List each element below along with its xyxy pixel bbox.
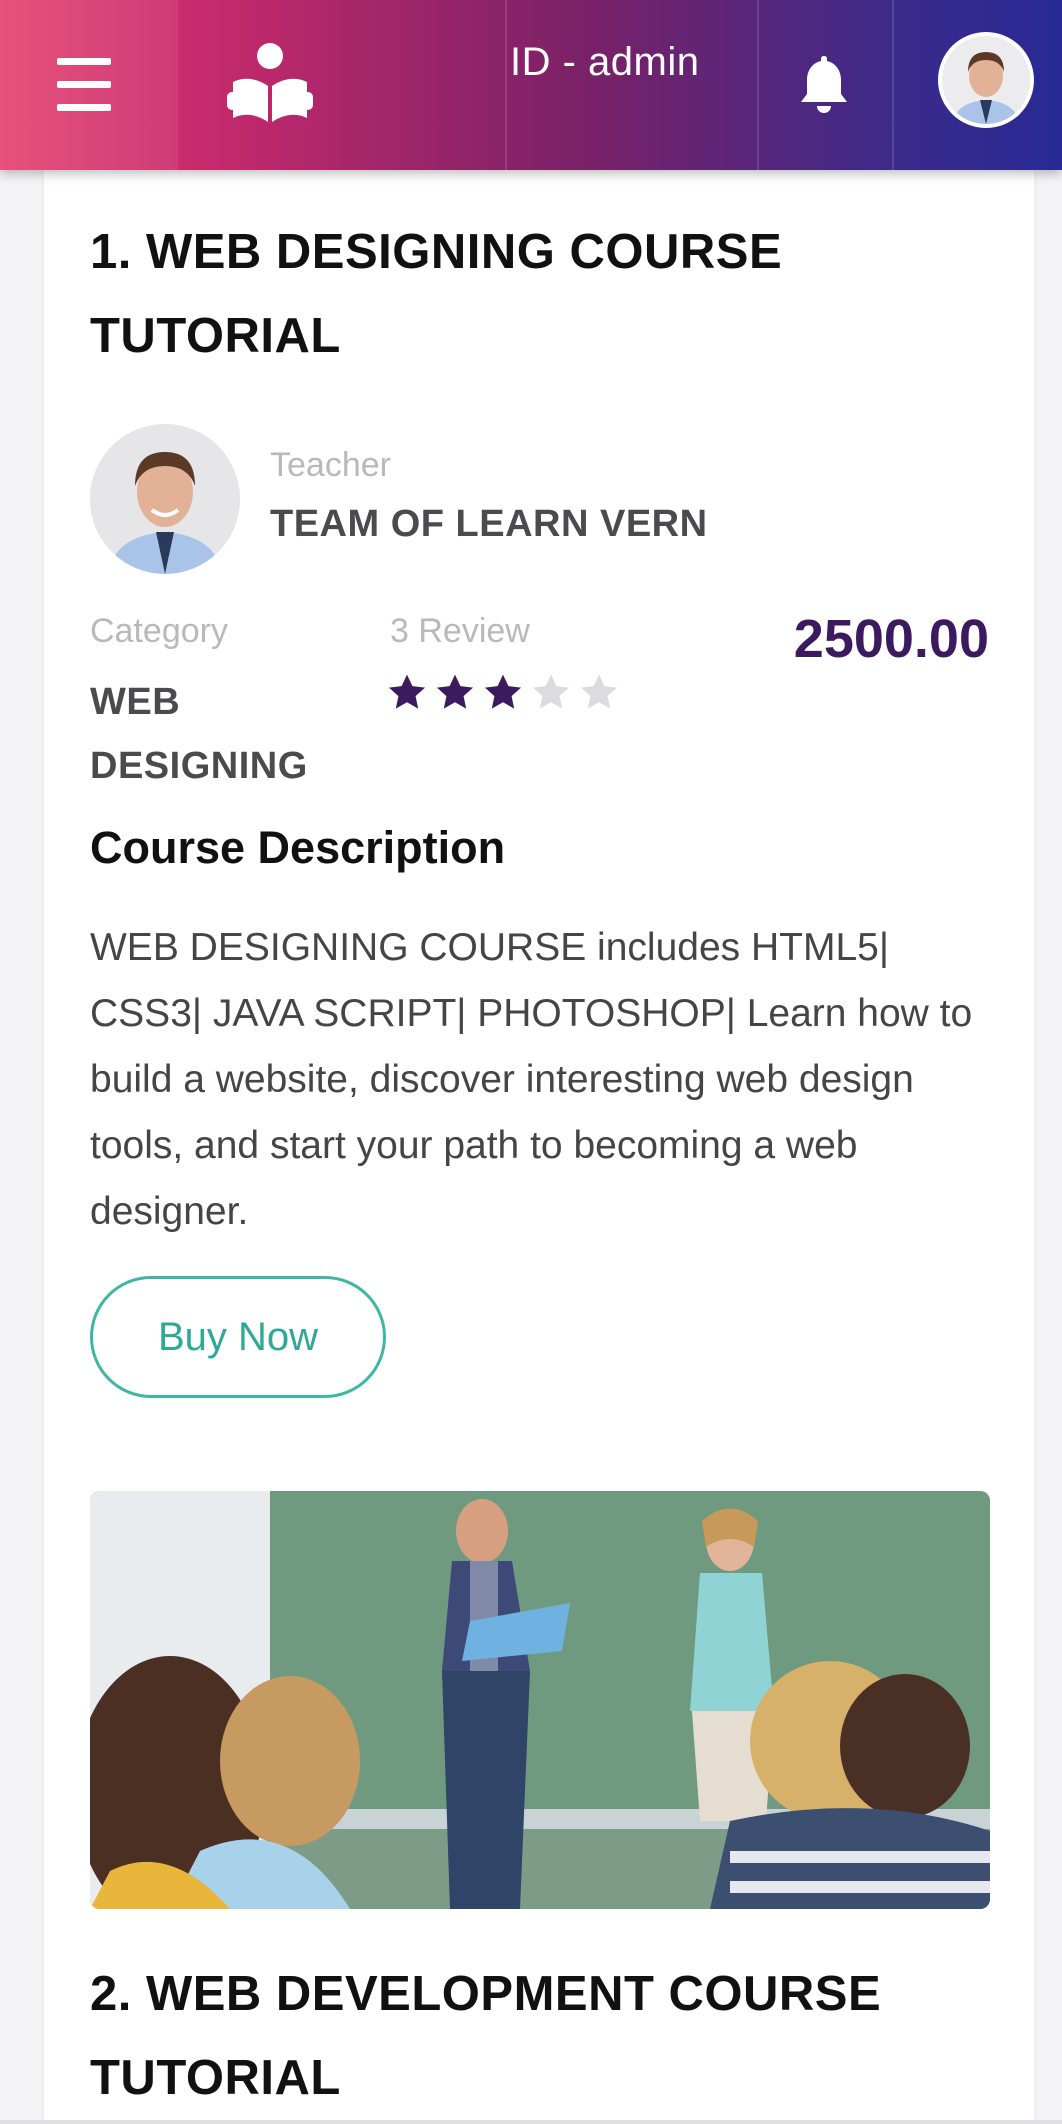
star-filled-icon bbox=[484, 674, 522, 709]
buy-now-button[interactable]: Buy Now bbox=[90, 1276, 386, 1398]
teacher-photo-icon bbox=[90, 424, 240, 574]
hamburger-menu-icon-bar bbox=[57, 104, 111, 111]
hamburger-menu-icon bbox=[57, 58, 111, 65]
course-price: 2500.00 bbox=[793, 609, 989, 669]
user-avatar[interactable] bbox=[938, 32, 1034, 128]
menu-button[interactable] bbox=[0, 0, 178, 170]
header-divider bbox=[505, 0, 507, 170]
category-value: WEB DESIGNING bbox=[90, 670, 308, 798]
top-app-bar: ID - admin bbox=[0, 0, 1062, 170]
category-line: DESIGNING bbox=[90, 745, 308, 787]
teacher-name: TEAM OF LEARN VERN bbox=[270, 503, 708, 545]
header-divider bbox=[757, 0, 759, 170]
category-label: Category bbox=[90, 612, 228, 650]
star-empty-icon bbox=[532, 674, 570, 709]
teacher-avatar bbox=[90, 424, 240, 574]
classroom-photo-icon bbox=[90, 1491, 990, 1909]
header-divider bbox=[892, 0, 894, 170]
category-line: WEB bbox=[90, 681, 181, 723]
course-thumbnail-image[interactable] bbox=[90, 1491, 990, 1909]
course-title-line: TUTORIAL bbox=[90, 2051, 341, 2105]
star-filled-icon bbox=[388, 674, 426, 709]
course-title[interactable]: 1. WEB DESIGNING COURSE TUTORIAL bbox=[90, 210, 970, 378]
star-empty-icon bbox=[580, 674, 618, 709]
hamburger-menu-icon-bar bbox=[57, 81, 111, 88]
course-title-line: 1. WEB DESIGNING COURSE bbox=[90, 225, 783, 279]
course-title-line: 2. WEB DEVELOPMENT COURSE bbox=[90, 1967, 882, 2021]
description-heading: Course Description bbox=[90, 822, 506, 873]
course-title-line: TUTORIAL bbox=[90, 309, 341, 363]
star-filled-icon bbox=[436, 674, 474, 709]
teacher-label: Teacher bbox=[270, 446, 391, 484]
avatar-person-icon bbox=[942, 36, 1030, 124]
bottom-divider bbox=[0, 2120, 1062, 2124]
reading-person-logo-icon[interactable] bbox=[225, 38, 315, 128]
course-title[interactable]: 2. WEB DEVELOPMENT COURSE TUTORIAL bbox=[90, 1952, 970, 2120]
course-description: WEB DESIGNING COURSE includes HTML5| CSS… bbox=[90, 926, 973, 1233]
bell-icon[interactable] bbox=[798, 52, 850, 114]
review-count: 3 Review bbox=[390, 612, 530, 650]
user-id-label: ID - admin bbox=[510, 40, 700, 84]
